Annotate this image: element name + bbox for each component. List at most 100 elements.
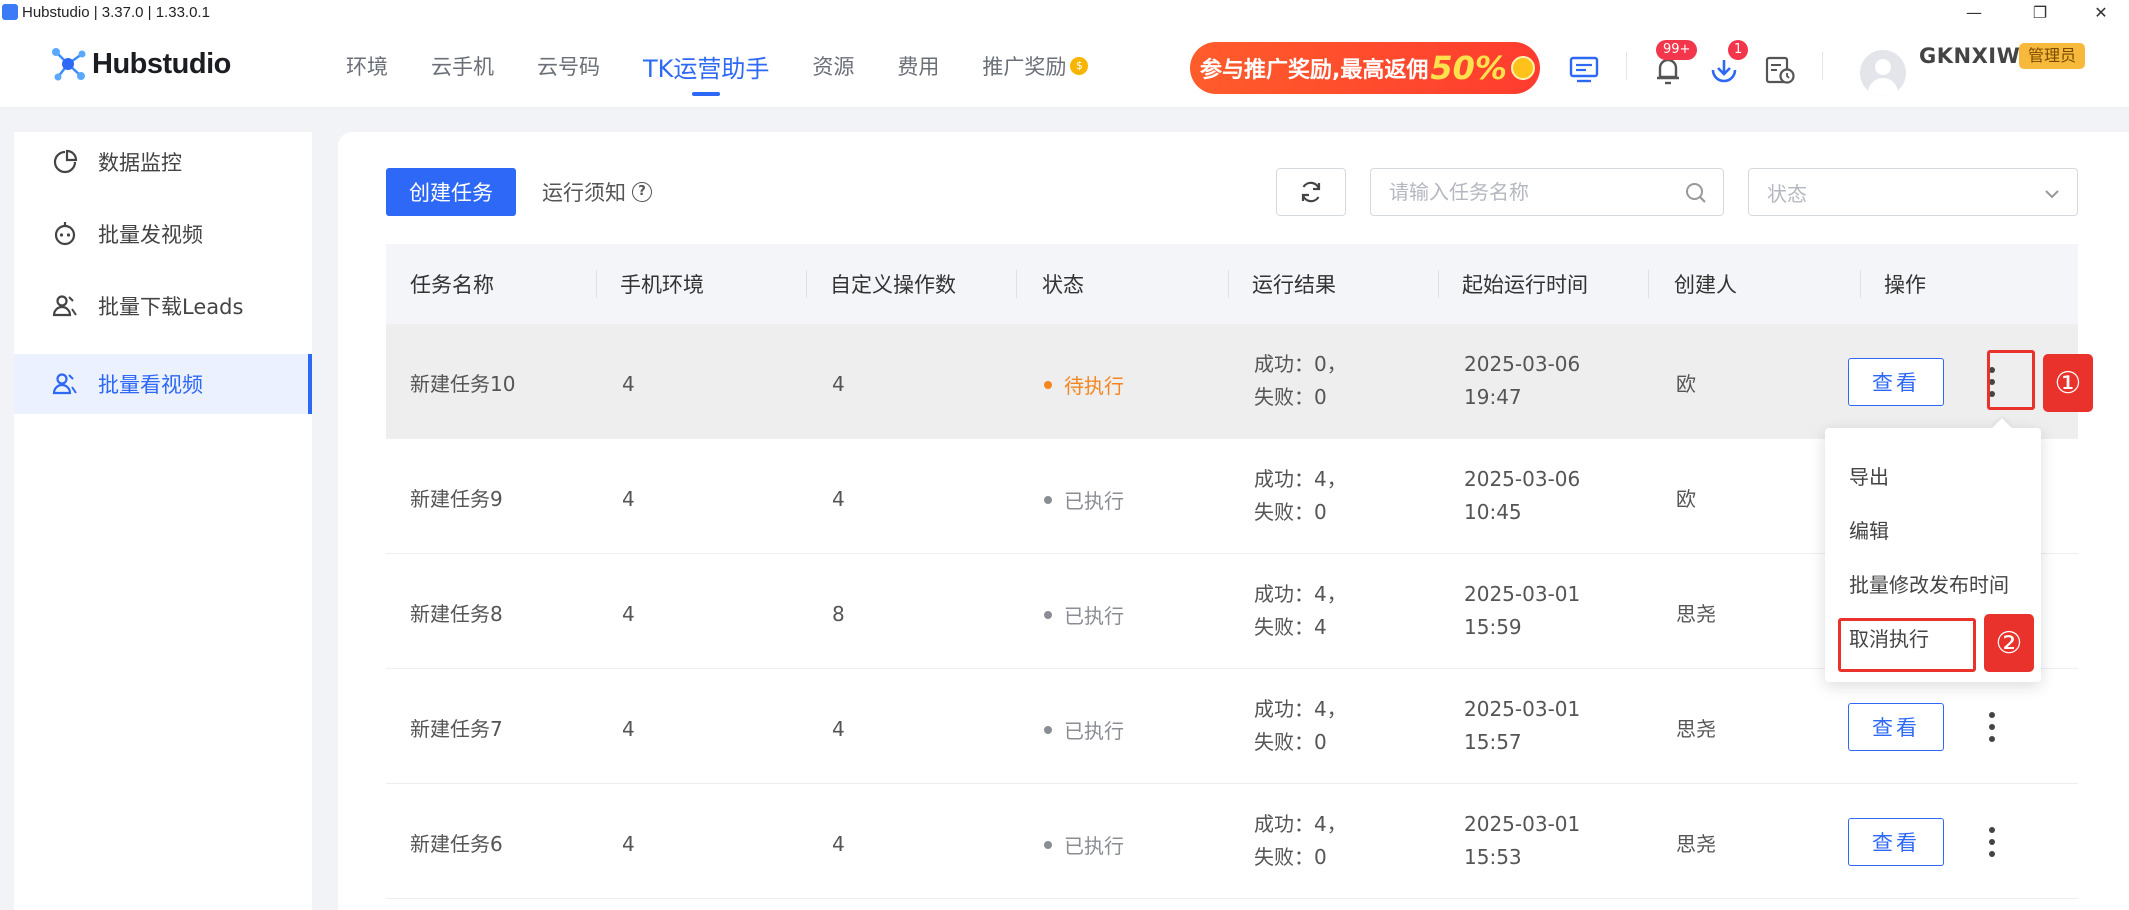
- top-header: Hubstudio 环境 云手机 云号码 TK运营助手 资源 费用 推广奖励 $…: [0, 24, 2129, 108]
- promo-banner[interactable]: 参与推广奖励,最高返佣 50%: [1190, 42, 1540, 94]
- result-success: 成功：4，: [1254, 697, 1347, 721]
- annotation-highlight-more: [1987, 350, 2035, 410]
- app-icon: [2, 4, 18, 20]
- status-dot: [1044, 380, 1052, 389]
- result-success: 成功：4，: [1254, 467, 1347, 491]
- custom-ops-count: 4: [832, 717, 845, 741]
- notification-badge: 99+: [1656, 40, 1698, 60]
- result-fail: 失败：0: [1254, 500, 1327, 524]
- status-text: 已执行: [1064, 489, 1124, 513]
- creator: 欧: [1676, 487, 1696, 511]
- nav-fees[interactable]: 费用: [897, 24, 939, 108]
- table-row[interactable]: 新建任务7 4 4 已执行 成功：4， 失败：0 2025-03-01 15:5…: [386, 669, 2078, 784]
- custom-ops-count: 4: [832, 487, 845, 511]
- menu-item-export[interactable]: 导出: [1825, 448, 2041, 502]
- header-divider: [1822, 52, 1823, 80]
- run-result: 成功：4， 失败：0: [1254, 808, 1347, 874]
- more-options-icon[interactable]: [1978, 703, 2006, 751]
- run-result: 成功：4， 失败：4: [1254, 578, 1347, 644]
- task-name: 新建任务6: [410, 832, 503, 856]
- status-badge: 已执行: [1044, 715, 1124, 744]
- custom-ops-count: 8: [832, 602, 845, 626]
- annotation-step-1: ①: [2043, 354, 2093, 412]
- run-result: 成功：0， 失败：0: [1254, 348, 1347, 414]
- username[interactable]: GKNXIW: [1919, 44, 2020, 68]
- status-select[interactable]: 状态: [1748, 168, 2078, 216]
- task-name: 新建任务10: [410, 372, 516, 396]
- col-result: 运行结果: [1252, 273, 1336, 297]
- start-date: 2025-03-01: [1464, 697, 1581, 721]
- chevron-down-icon: [2043, 184, 2061, 208]
- start-time: 2025-03-06 19:47: [1464, 348, 1580, 414]
- status-dot: [1044, 610, 1052, 619]
- menu-item-batch-edit-time[interactable]: 批量修改发布时间: [1825, 556, 2041, 610]
- custom-ops-count: 4: [832, 832, 845, 856]
- promo-coin-icon: [1510, 56, 1535, 80]
- status-badge: 已执行: [1044, 485, 1124, 514]
- refresh-button[interactable]: [1276, 168, 1346, 216]
- start-clock: 19:47: [1464, 385, 1522, 409]
- sidebar-item-download-leads[interactable]: 批量下载Leads: [14, 276, 312, 336]
- create-task-button[interactable]: 创建任务: [386, 168, 516, 216]
- nav-referral-label: 推广奖励: [982, 55, 1067, 79]
- status-text: 已执行: [1064, 834, 1124, 858]
- annotation-highlight-cancel: [1838, 618, 1976, 672]
- custom-ops-count: 4: [832, 372, 845, 396]
- run-result: 成功：4， 失败：0: [1254, 693, 1347, 759]
- task-search: [1370, 168, 1724, 216]
- sidebar-item-label: 批量看视频: [98, 373, 203, 397]
- promo-percent: 50%: [1430, 49, 1507, 87]
- schedule-icon[interactable]: [1764, 54, 1796, 86]
- screen-icon[interactable]: [1568, 54, 1600, 86]
- window-title: Hubstudio | 3.37.0 | 1.33.0.1: [22, 3, 210, 21]
- start-date: 2025-03-06: [1464, 467, 1581, 491]
- sidebar-item-batch-watch[interactable]: 批量看视频: [14, 354, 312, 414]
- result-fail: 失败：0: [1254, 730, 1327, 754]
- result-success: 成功：4，: [1254, 812, 1347, 836]
- table-header: 任务名称 手机环境 自定义操作数 状态 运行结果 起始运行时间 创建人 操作: [386, 244, 2078, 324]
- start-clock: 10:45: [1464, 500, 1522, 524]
- search-input[interactable]: [1371, 169, 1661, 215]
- sidebar: 数据监控 批量发视频 批量下载Leads 批量看视频: [14, 132, 312, 910]
- nav-cloud-phone[interactable]: 云手机: [431, 24, 494, 108]
- header-divider: [1626, 52, 1627, 80]
- sidebar-item-batch-post[interactable]: 批量发视频: [14, 204, 312, 264]
- robot-icon: [52, 221, 78, 247]
- table-row[interactable]: 新建任务6 4 4 已执行 成功：4， 失败：0 2025-03-01 15:5…: [386, 784, 2078, 899]
- nav-resources[interactable]: 资源: [812, 24, 854, 108]
- result-success: 成功：4，: [1254, 582, 1347, 606]
- phone-env-count: 4: [622, 487, 635, 511]
- coin-icon: $: [1070, 57, 1089, 75]
- view-button[interactable]: 查看: [1848, 703, 1944, 751]
- start-time: 2025-03-06 10:45: [1464, 463, 1580, 529]
- col-divider: [1016, 270, 1017, 298]
- col-start-time: 起始运行时间: [1462, 273, 1588, 297]
- avatar[interactable]: [1860, 50, 1906, 96]
- hubstudio-logo[interactable]: Hubstudio: [48, 44, 231, 84]
- nav-tk-assistant[interactable]: TK运营助手: [643, 24, 769, 108]
- result-fail: 失败：0: [1254, 845, 1327, 869]
- result-fail: 失败：4: [1254, 615, 1327, 639]
- run-notice-link[interactable]: 运行须知 ?: [542, 168, 652, 216]
- start-time: 2025-03-01 15:57: [1464, 693, 1580, 759]
- maximize-button[interactable]: ❐: [2012, 0, 2068, 24]
- menu-item-edit[interactable]: 编辑: [1825, 502, 2041, 556]
- main-nav: 环境 云手机 云号码 TK运营助手 资源 费用 推广奖励 $: [346, 24, 1131, 108]
- nav-referral[interactable]: 推广奖励 $: [982, 24, 1089, 108]
- start-date: 2025-03-01: [1464, 582, 1581, 606]
- close-button[interactable]: ✕: [2073, 0, 2129, 24]
- col-creator: 创建人: [1674, 273, 1737, 297]
- nav-cloud-number[interactable]: 云号码: [537, 24, 600, 108]
- search-icon[interactable]: [1685, 182, 1707, 208]
- table-row[interactable]: 新建任务10 4 4 待执行 成功：0， 失败：0 2025-03-06 19:…: [386, 324, 2078, 439]
- view-button[interactable]: 查看: [1848, 818, 1944, 866]
- start-date: 2025-03-06: [1464, 352, 1581, 376]
- more-options-icon[interactable]: [1978, 818, 2006, 866]
- col-divider: [1648, 270, 1649, 298]
- nav-env[interactable]: 环境: [346, 24, 388, 108]
- result-fail: 失败：0: [1254, 385, 1327, 409]
- sidebar-item-data-monitor[interactable]: 数据监控: [14, 132, 312, 192]
- promo-text: 参与推广奖励,最高返佣: [1200, 58, 1429, 83]
- view-button[interactable]: 查看: [1848, 358, 1944, 406]
- minimize-button[interactable]: —: [1946, 0, 2002, 24]
